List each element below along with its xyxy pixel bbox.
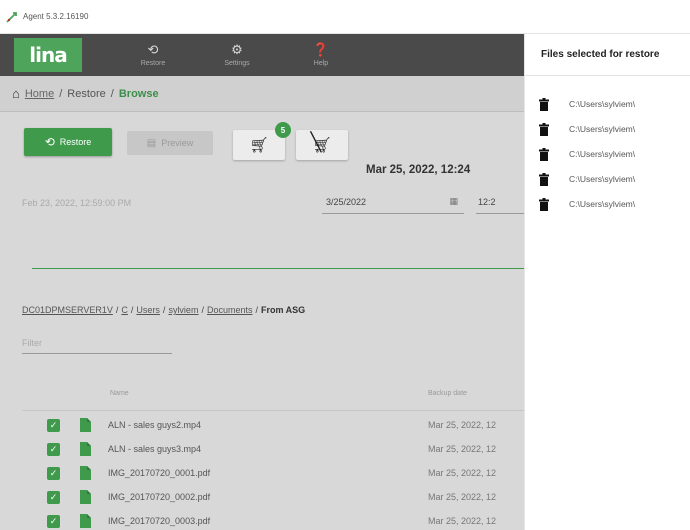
history-icon: ⟲ [147,42,159,57]
lina-logo[interactable]: lina [14,38,82,72]
row-checkbox[interactable]: ✓ [47,443,60,456]
home-icon[interactable]: ⌂ [12,86,20,101]
timeline-divider [32,268,524,269]
date-value: 3/25/2022 [326,196,367,207]
selected-file-item: C:\Users\sylviem\ [525,146,690,166]
path-separator: / [201,305,204,315]
cart-icon: 🛒︎ [249,137,269,154]
trash-icon[interactable] [539,98,549,111]
selected-file-path: C:\Users\sylviem\ [569,149,636,159]
nav-help-label: Help [313,60,329,67]
cart-count-badge: 5 [275,122,291,138]
folder-path: DC01DPMSERVER1V / C / Users / sylviem / Document… [22,305,305,315]
clear-cart-icon: 🛒︎ ╲ [310,132,332,154]
time-input[interactable]: 12:2 [476,190,524,214]
backup-date: Mar 25, 2022, 12 [428,444,497,454]
selected-file-item: C:\Users\sylviem\ [525,171,690,191]
backup-date: Mar 25, 2022, 12 [428,420,497,430]
breadcrumb-separator: / [110,87,114,100]
preview-button[interactable]: ▤ Preview [127,131,213,155]
snapshot-date-title: Mar 25, 2022, 12:24 [366,164,471,176]
path-segment[interactable]: C [121,305,128,315]
column-header-name[interactable]: Name [110,390,129,397]
path-separator: / [162,305,166,315]
backup-date: Mar 25, 2022, 12 [428,492,497,502]
selected-file-item: C:\Users\sylviem\ [525,96,690,116]
history-icon: ⟲ [44,135,55,149]
file-icon [80,466,91,480]
selected-file-path: C:\Users\sylviem\ [569,124,636,134]
nav-settings-label: Settings [224,60,250,67]
file-name[interactable]: IMG_20170720_0003.pdf [108,516,210,526]
nav-restore-label: Restore [140,60,166,67]
clear-cart-button[interactable]: 🛒︎ ╲ [296,130,348,160]
path-separator: / [115,305,119,315]
file-icon [80,442,91,456]
file-name[interactable]: ALN - sales guys3.mp4 [108,444,201,454]
preview-button-label: Preview [161,138,194,148]
breadcrumb-separator: / [59,87,63,100]
path-segment[interactable]: DC01DPMSERVER1V [22,305,113,315]
filter-input[interactable]: Filter [22,332,172,354]
selected-file-path: C:\Users\sylviem\ [569,174,636,184]
table-header: Name Backup date [22,386,524,404]
table-row[interactable]: ✓ IMG_20170720_0003.pdf Mar 25, 2022, 12 [0,512,524,530]
selected-file-item: C:\Users\sylviem\ [525,196,690,216]
file-icon [80,490,91,504]
nav-help[interactable]: ❓ Help [291,38,351,72]
app-icon [6,11,17,23]
restore-button[interactable]: ⟲ Restore [24,128,112,156]
panel-title: Files selected for restore [525,34,690,76]
trash-icon[interactable] [539,148,549,161]
row-checkbox[interactable]: ✓ [47,491,60,504]
breadcrumb: ⌂ Home / Restore / Browse [0,76,524,112]
time-value: 12:2 [478,196,496,207]
breadcrumb-browse: Browse [118,87,159,100]
trash-icon[interactable] [539,173,549,186]
snapshot-min-date: Feb 23, 2022, 12:59:00 PM [22,198,132,208]
path-separator: / [130,305,134,315]
path-segment[interactable]: sylviem [168,305,198,315]
path-separator: / [255,305,259,315]
table-row[interactable]: ✓ IMG_20170720_0001.pdf Mar 25, 2022, 12 [0,464,524,484]
backup-date: Mar 25, 2022, 12 [428,516,497,526]
trash-icon[interactable] [539,198,549,211]
date-picker-input[interactable]: 3/25/2022 ▦ [322,190,464,214]
row-checkbox[interactable]: ✓ [47,419,60,432]
file-icon [80,514,91,528]
column-header-backup-date[interactable]: Backup date [428,390,467,397]
nav-settings[interactable]: ⚙ Settings [207,38,267,72]
preview-icon: ▤ [146,137,157,149]
calendar-icon[interactable]: ▦ [449,196,458,207]
trash-icon[interactable] [539,123,549,136]
file-name[interactable]: IMG_20170720_0002.pdf [108,492,210,502]
restore-selection-panel: Files selected for restore C:\Users\sylv… [524,34,690,530]
path-segment[interactable]: Users [136,305,160,315]
nav-restore[interactable]: ⟲ Restore [123,38,183,72]
path-current-folder: From ASG [261,305,306,315]
table-row[interactable]: ✓ IMG_20170720_0002.pdf Mar 25, 2022, 12 [0,488,524,508]
breadcrumb-restore[interactable]: Restore [67,88,106,100]
restore-button-label: Restore [59,137,92,147]
path-segment[interactable]: Documents [207,305,253,315]
selected-file-path: C:\Users\sylviem\ [569,99,636,109]
help-icon: ❓ [312,42,330,57]
window-titlebar: Agent 5.3.2.16190 [0,0,690,34]
file-name[interactable]: ALN - sales guys2.mp4 [108,420,201,430]
file-icon [80,418,91,432]
backup-date: Mar 25, 2022, 12 [428,468,497,478]
breadcrumb-home[interactable]: Home [25,88,54,100]
table-row[interactable]: ✓ ALN - sales guys2.mp4 Mar 25, 2022, 12 [0,416,524,436]
row-checkbox[interactable]: ✓ [47,467,60,480]
row-checkbox[interactable]: ✓ [47,515,60,528]
window-title: Agent 5.3.2.16190 [23,12,89,21]
file-name[interactable]: IMG_20170720_0001.pdf [108,468,210,478]
gear-icon: ⚙ [231,42,243,57]
selected-file-path: C:\Users\sylviem\ [569,199,636,209]
table-row[interactable]: ✓ ALN - sales guys3.mp4 Mar 25, 2022, 12 [0,440,524,460]
top-navbar: lina ⟲ Restore ⚙ Settings ❓ Help [0,34,524,76]
main-app: lina ⟲ Restore ⚙ Settings ❓ Help ⌂ Home … [0,34,524,530]
table-divider [22,410,524,411]
selected-file-item: C:\Users\sylviem\ [525,121,690,141]
